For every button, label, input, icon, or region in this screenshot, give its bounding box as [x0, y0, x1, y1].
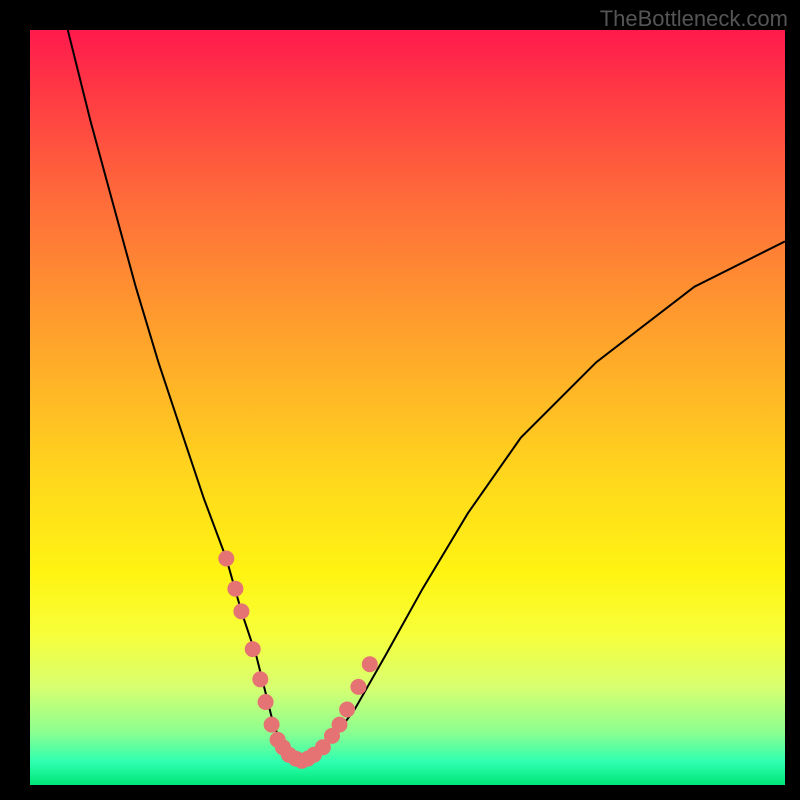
bottleneck-curve — [68, 30, 785, 762]
watermark-text: TheBottleneck.com — [600, 6, 788, 32]
highlight-dots — [218, 551, 377, 769]
chart-svg — [30, 30, 785, 785]
chart-plot-area — [30, 30, 785, 785]
